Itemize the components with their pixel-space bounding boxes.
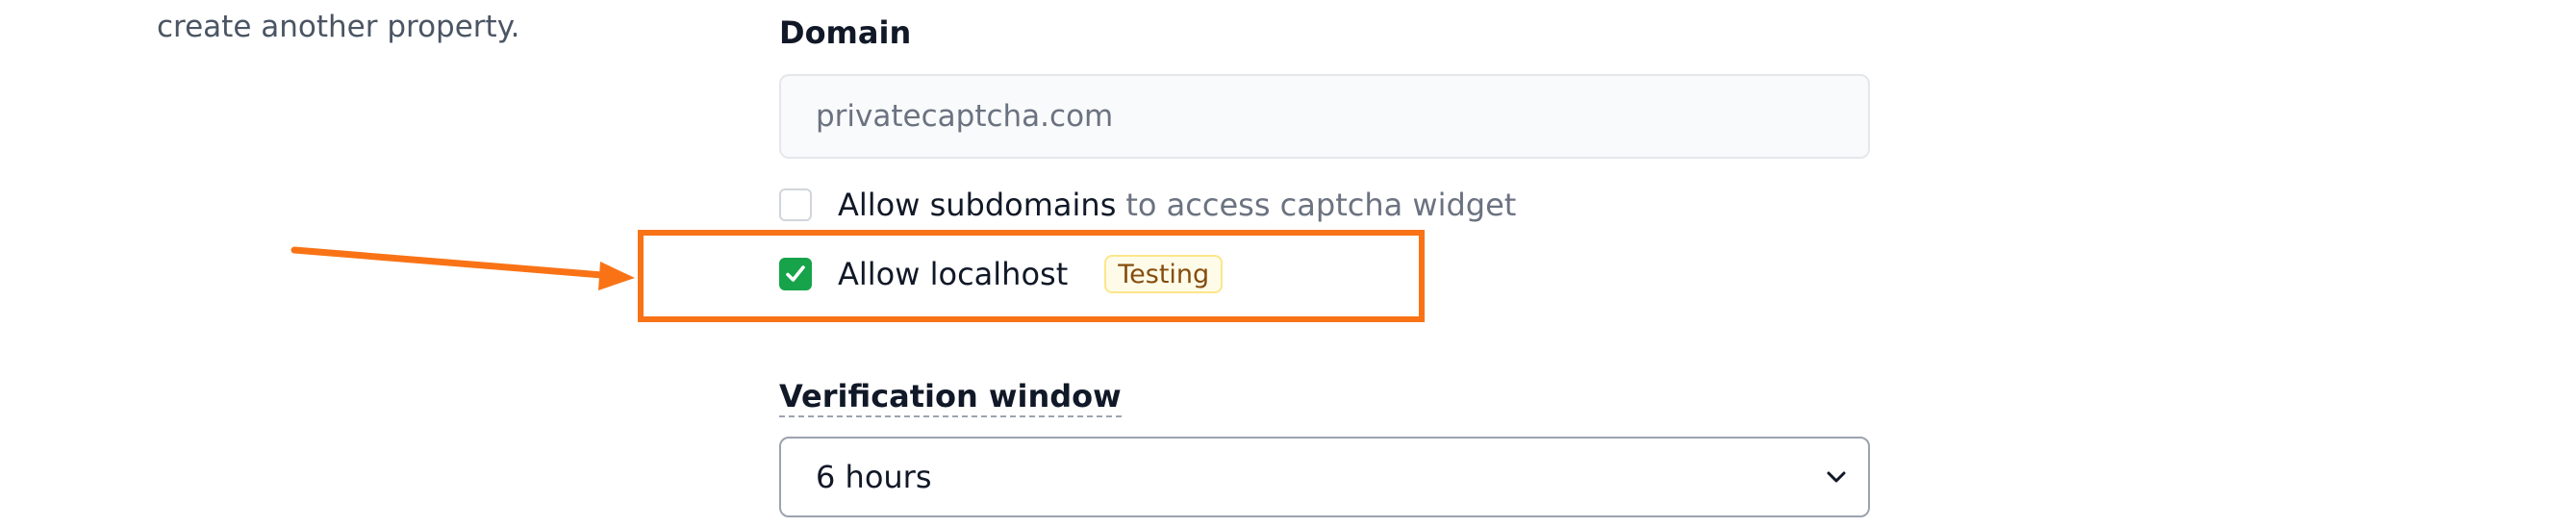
create-property-help-text: create another property. <box>157 10 520 44</box>
verification-window-select[interactable]: 6 hours <box>779 437 1870 517</box>
allow-subdomains-row[interactable]: Allow subdomains to access captcha widge… <box>779 186 1516 224</box>
annotation-highlight-box <box>638 230 1425 322</box>
allow-subdomains-label[interactable]: Allow subdomains <box>838 186 1116 224</box>
domain-label: Domain <box>779 14 912 51</box>
verification-window-label: Verification window <box>779 377 1122 417</box>
verification-window-value: 6 hours <box>816 459 932 495</box>
domain-input[interactable] <box>779 74 1870 159</box>
allow-subdomains-hint: to access captcha widget <box>1125 187 1517 223</box>
allow-subdomains-checkbox[interactable] <box>779 188 812 221</box>
chevron-down-icon <box>1827 471 1846 483</box>
arrow-right-icon <box>290 246 635 290</box>
